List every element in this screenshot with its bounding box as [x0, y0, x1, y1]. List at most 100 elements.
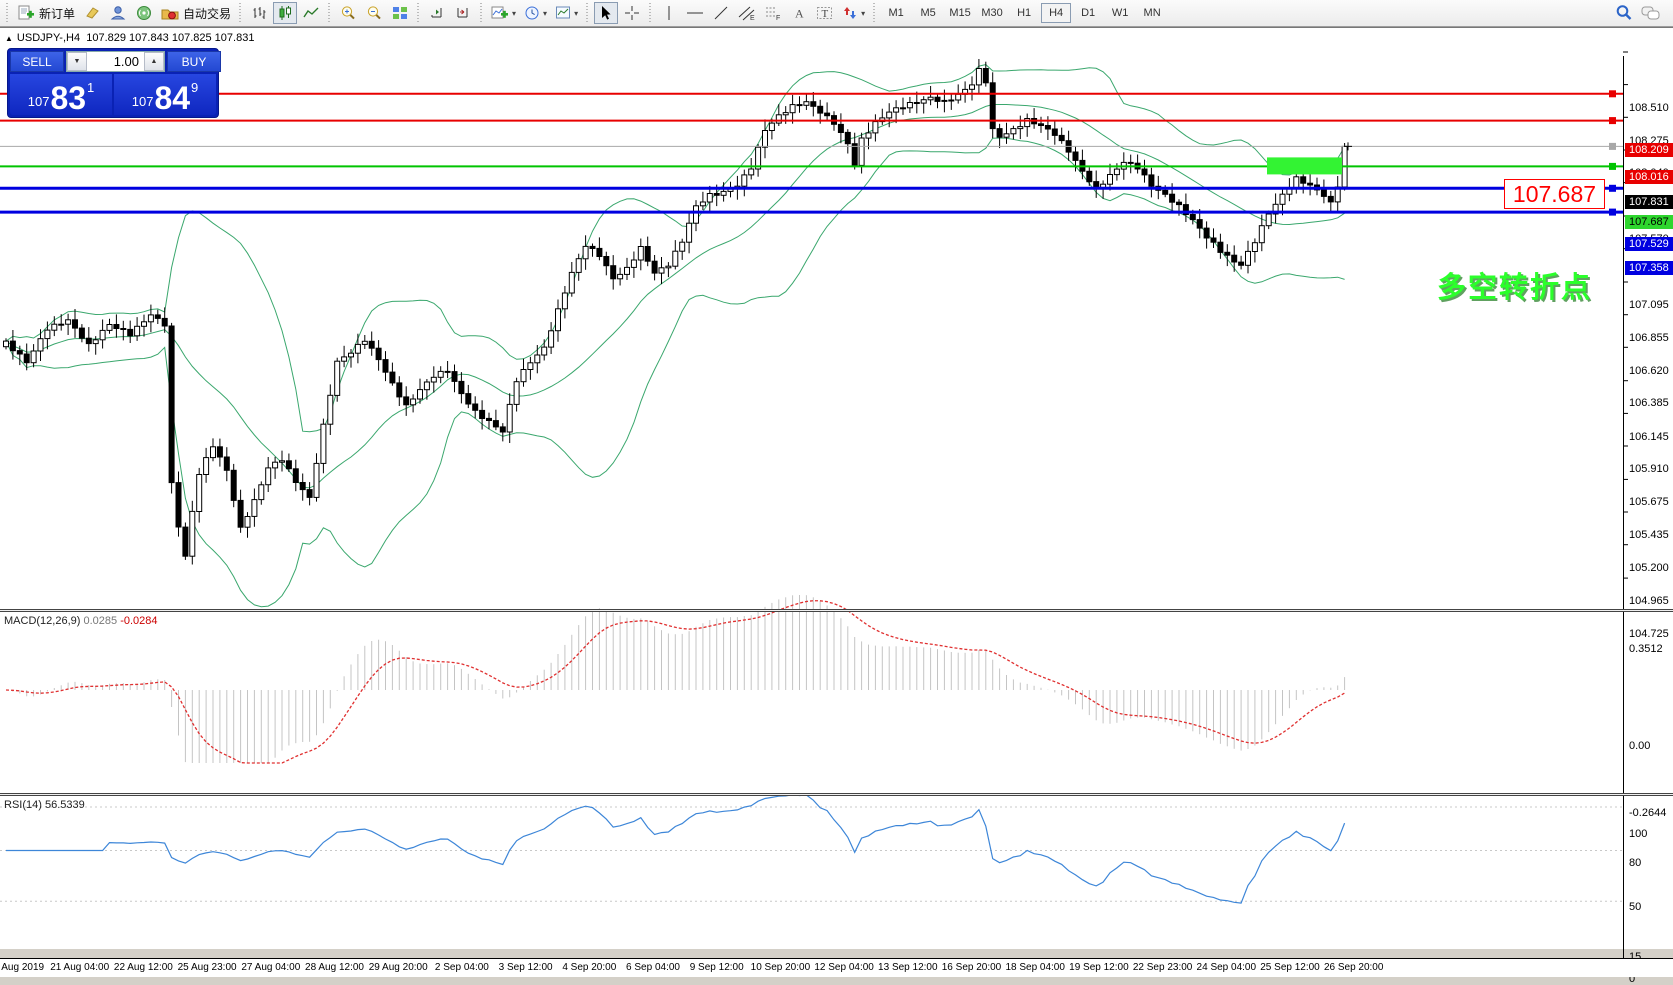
line-chart-icon [303, 5, 319, 21]
timeframe-toolbar: M1M5M15M30H1H4D1W1MN [880, 3, 1168, 23]
horizontal-line-icon [686, 5, 704, 21]
toolbar-grip[interactable] [238, 3, 243, 23]
search-button[interactable] [1612, 2, 1636, 24]
sell-price-sup: 1 [87, 76, 94, 95]
time-axis-label: 26 Sep 20:00 [1324, 962, 1384, 973]
sell-price[interactable]: 107 83 1 [10, 74, 112, 115]
zoom-out-button[interactable] [362, 2, 386, 24]
signals-icon [136, 5, 152, 21]
template-button[interactable]: ▾ [552, 2, 581, 24]
horizontal-line-tool-button[interactable] [683, 2, 707, 24]
chart-canvas[interactable] [0, 28, 1673, 950]
pane-separator[interactable] [0, 609, 1673, 612]
vertical-line-tool-button[interactable] [657, 2, 681, 24]
toolbar-grip[interactable] [416, 3, 421, 23]
toolbar-grip[interactable] [872, 3, 877, 23]
price-line-handle[interactable] [1609, 163, 1616, 170]
price-line-handle[interactable] [1609, 209, 1616, 216]
add-indicator-icon [491, 5, 509, 21]
collapse-trade-panel-icon[interactable]: ▲ [5, 34, 13, 43]
time-axis-label: 21 Aug 04:00 [50, 962, 109, 973]
line-chart-mode-button[interactable] [299, 2, 323, 24]
y-axis-tick: 105.675 [1629, 496, 1669, 508]
profile-button[interactable] [106, 2, 130, 24]
price-annotation-box[interactable]: 107.687 [1504, 179, 1605, 209]
periods-button[interactable]: ▾ [521, 2, 550, 24]
macd-signal-value: -0.0284 [120, 615, 157, 627]
toolbar-grip[interactable] [585, 3, 590, 23]
cn-note-text[interactable]: 多空转折点 [1437, 264, 1592, 306]
cursor-tool-button[interactable] [594, 2, 618, 24]
y-axis-tick: 108.510 [1629, 102, 1669, 114]
candlestick-mode-button[interactable] [273, 2, 297, 24]
y-axis-tick: 107.095 [1629, 299, 1669, 311]
pane-separator[interactable] [0, 793, 1673, 796]
timeframe-m15[interactable]: M15 [945, 3, 975, 23]
clock-icon [524, 5, 540, 21]
time-axis-label: 19 Aug 2019 [0, 962, 44, 973]
price-line-handle[interactable] [1609, 143, 1616, 150]
toolbar-grip[interactable] [648, 3, 653, 23]
arrows-tool-button[interactable]: ▾ [839, 2, 868, 24]
timeframe-m30[interactable]: M30 [977, 3, 1007, 23]
text-tool-button[interactable]: A [787, 2, 811, 24]
price-line-handle[interactable] [1609, 185, 1616, 192]
timeframe-m1[interactable]: M1 [881, 3, 911, 23]
toolbar-grip[interactable] [5, 3, 10, 23]
sell-button[interactable]: SELL [10, 51, 64, 72]
timeframe-h4[interactable]: H4 [1041, 3, 1071, 23]
chat-button[interactable] [1638, 2, 1664, 24]
auto-scroll-button[interactable] [425, 2, 449, 24]
price-line-handle[interactable] [1609, 117, 1616, 124]
chart-shift-button[interactable] [451, 2, 475, 24]
volume-down-button[interactable]: ▼ [67, 52, 87, 71]
bar-chart-mode-button[interactable] [247, 2, 271, 24]
symbol-name: USDJPY-,H4 [17, 32, 80, 44]
macd-axis-tick: 0.00 [1629, 740, 1650, 752]
signals-button[interactable] [132, 2, 156, 24]
add-indicator-button[interactable]: ▾ [488, 2, 519, 24]
macd-histogram [6, 595, 1345, 763]
highlight-zone[interactable] [1267, 157, 1342, 174]
volume-input[interactable] [87, 52, 144, 71]
fibonacci-icon: F [764, 5, 782, 21]
timeframe-mn[interactable]: MN [1137, 3, 1167, 23]
timeframe-h1[interactable]: H1 [1009, 3, 1039, 23]
chart-area: ▲USDJPY-,H4 107.829 107.843 107.825 107.… [0, 27, 1673, 949]
timeframe-d1[interactable]: D1 [1073, 3, 1103, 23]
buy-price-sup: 9 [191, 76, 198, 95]
timeframe-m5[interactable]: M5 [913, 3, 943, 23]
dropdown-caret-icon: ▾ [574, 9, 578, 18]
text-label-tool-button[interactable]: T [813, 2, 837, 24]
buy-button[interactable]: BUY [167, 51, 221, 72]
time-axis[interactable]: 19 Aug 201921 Aug 04:0022 Aug 12:0025 Au… [0, 958, 1673, 977]
tile-windows-button[interactable] [388, 2, 412, 24]
fibonacci-tool-button[interactable]: F [761, 2, 785, 24]
zoom-in-button[interactable] [336, 2, 360, 24]
sell-price-big: 83 [50, 83, 86, 113]
macd-label: MACD(12,26,9) 0.0285 -0.0284 [4, 615, 158, 627]
y-axis-tick: 105.910 [1629, 463, 1669, 475]
price-axis-border [1623, 56, 1624, 958]
time-axis-label: 12 Sep 04:00 [814, 962, 874, 973]
volume-up-button[interactable]: ▲ [144, 52, 164, 71]
trendline-tool-button[interactable] [709, 2, 733, 24]
new-order-button[interactable]: 新订单 [14, 2, 78, 24]
price-badge-108.016: 108.016 [1625, 170, 1673, 184]
auto-trading-button[interactable]: 自动交易 [158, 2, 234, 24]
price-badge-107.687: 107.687 [1625, 215, 1673, 229]
buy-price[interactable]: 107 84 9 [114, 74, 216, 115]
trendline-icon [713, 5, 729, 21]
crosshair-tool-button[interactable] [620, 2, 644, 24]
styler-icon [84, 5, 100, 21]
buy-price-big: 84 [154, 83, 190, 113]
styler-button[interactable] [80, 2, 104, 24]
timeframe-w1[interactable]: W1 [1105, 3, 1135, 23]
channel-tool-button[interactable]: E [735, 2, 759, 24]
toolbar-grip[interactable] [327, 3, 332, 23]
toolbar-grip[interactable] [479, 3, 484, 23]
zoom-out-icon [366, 5, 382, 21]
macd-main-value: 0.0285 [83, 615, 117, 627]
price-badge-108.209: 108.209 [1625, 143, 1673, 157]
price-line-handle[interactable] [1609, 90, 1616, 97]
